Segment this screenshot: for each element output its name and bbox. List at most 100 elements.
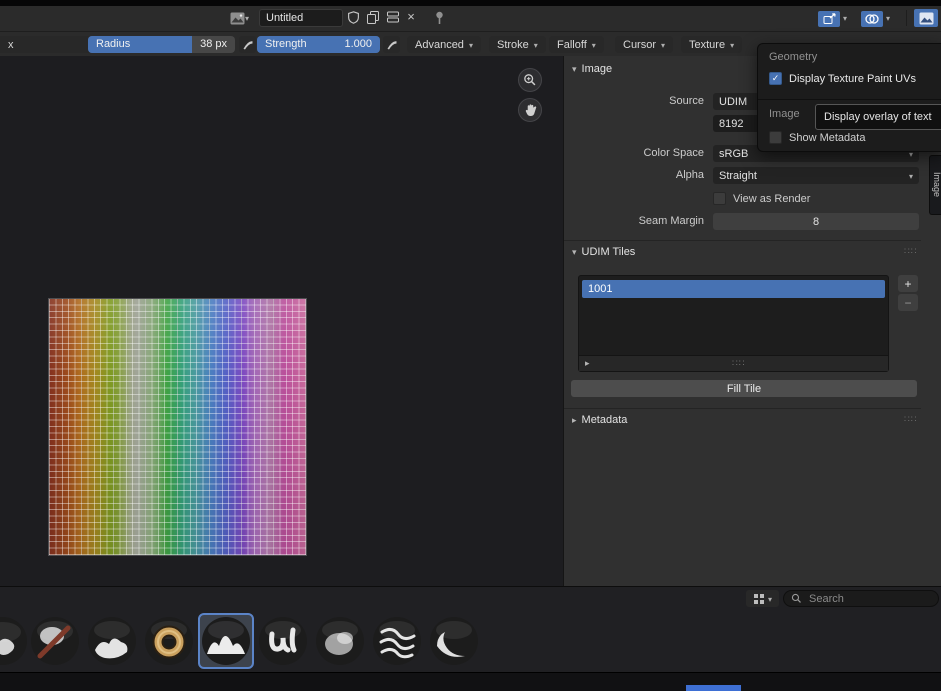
pan-button[interactable] xyxy=(518,98,542,122)
source-label: Source xyxy=(564,93,704,110)
hand-icon xyxy=(524,103,537,117)
udim-panel-title: UDIM Tiles xyxy=(582,246,636,258)
asset-shelf xyxy=(0,586,941,673)
radius-pressure-button[interactable] xyxy=(239,36,256,53)
brush-thumbnail-selected[interactable] xyxy=(198,613,254,669)
brush-thumbnail[interactable] xyxy=(84,613,140,669)
gizmos-toggle[interactable] xyxy=(818,10,840,28)
source-value: UDIM xyxy=(719,96,747,108)
udim-panel-header[interactable]: UDIM Tiles xyxy=(572,246,635,258)
remove-tile-button[interactable]: − xyxy=(898,294,918,311)
udim-grid-texture[interactable] xyxy=(49,299,306,555)
brush-thumbnail[interactable] xyxy=(255,613,311,669)
show-metadata-checkbox[interactable] xyxy=(769,131,782,144)
chevron-down-icon xyxy=(245,12,249,24)
image-panel-header[interactable]: Image xyxy=(572,63,612,75)
radius-slider[interactable]: Radius 38 px xyxy=(88,36,235,53)
menu-cursor[interactable]: Cursor xyxy=(615,36,673,53)
udim-tile-list[interactable]: 1001 ∷∷ xyxy=(578,275,889,372)
popover-separator xyxy=(758,99,941,100)
add-tile-button[interactable]: + xyxy=(898,275,918,292)
seam-margin-row: Seam Margin 8 xyxy=(564,213,921,230)
editor-type-button[interactable] xyxy=(914,9,938,27)
panel-grip-icon: ∷∷ xyxy=(904,414,917,425)
chevron-down-icon xyxy=(534,39,538,51)
zoom-icon xyxy=(523,73,537,87)
display-uvs-label: Display Texture Paint UVs xyxy=(789,73,916,85)
panel-expanded-icon xyxy=(572,63,577,75)
pack-image-button[interactable] xyxy=(385,9,401,25)
panel-separator xyxy=(564,408,921,409)
metadata-panel-title: Metadata xyxy=(582,414,628,426)
menu-cursor-label: Cursor xyxy=(623,39,656,51)
status-bar xyxy=(0,672,941,691)
overlays-toggle[interactable] xyxy=(861,10,883,28)
filter-expand-icon[interactable] xyxy=(579,358,590,369)
alpha-row: Alpha Straight xyxy=(564,167,921,184)
geometry-section-label: Geometry xyxy=(769,51,817,63)
list-resize-grip-icon[interactable]: ∷∷ xyxy=(732,358,745,369)
seam-margin-field[interactable]: 8 xyxy=(713,213,919,230)
panel-collapsed-icon xyxy=(572,414,577,426)
list-footer: ∷∷ xyxy=(579,355,888,371)
chevron-down-icon xyxy=(843,12,847,24)
status-progress xyxy=(686,685,741,691)
search-input[interactable] xyxy=(807,592,921,606)
radius-value: 38 px xyxy=(200,36,227,53)
brush-thumbnail[interactable] xyxy=(369,613,425,669)
image-editor-canvas[interactable] xyxy=(0,56,563,586)
duplicate-image-button[interactable] xyxy=(365,9,381,25)
brush-search[interactable] xyxy=(783,590,939,607)
colorspace-value: sRGB xyxy=(719,148,748,160)
chevron-down-icon xyxy=(768,593,772,605)
seam-margin-label: Seam Margin xyxy=(564,213,704,230)
metadata-panel-header[interactable]: Metadata xyxy=(572,414,627,426)
tooltip: Display overlay of text xyxy=(815,104,941,130)
brush-thumbnail[interactable] xyxy=(141,613,197,669)
sidebar-tab-image[interactable]: Image xyxy=(929,155,941,215)
alpha-dropdown[interactable]: Straight xyxy=(713,167,919,184)
fill-tile-button[interactable]: Fill Tile xyxy=(571,380,917,397)
menu-stroke-label: Stroke xyxy=(497,39,529,51)
brush-thumbnail[interactable] xyxy=(27,613,83,669)
strength-slider[interactable]: Strength 1.000 xyxy=(257,36,380,53)
plus-icon: + xyxy=(904,277,911,291)
brush-thumbnail[interactable] xyxy=(426,613,482,669)
header-separator xyxy=(906,10,907,26)
unlink-image-button[interactable]: × xyxy=(403,9,419,25)
display-mode-button[interactable] xyxy=(746,590,779,607)
pressure-icon xyxy=(386,39,398,51)
radius-label: Radius xyxy=(96,36,130,53)
image-browse-button[interactable] xyxy=(229,9,249,27)
show-metadata-row[interactable]: Show Metadata xyxy=(769,131,865,144)
strength-pressure-button[interactable] xyxy=(383,36,400,53)
strength-label: Strength xyxy=(265,36,307,53)
close-icon: × xyxy=(407,9,415,25)
chevron-down-icon xyxy=(886,12,890,24)
strength-value: 1.000 xyxy=(344,36,372,53)
pin-button[interactable] xyxy=(431,9,447,25)
image-name-field[interactable] xyxy=(259,9,343,27)
zoom-button[interactable] xyxy=(518,68,542,92)
brush-thumbnail[interactable] xyxy=(312,613,368,669)
chevron-down-icon xyxy=(661,39,665,51)
minus-icon: − xyxy=(904,296,911,310)
chevron-down-icon xyxy=(730,39,734,51)
overlays-dropdown[interactable] xyxy=(886,9,890,27)
gizmos-dropdown[interactable] xyxy=(843,9,847,27)
view-as-render-checkbox[interactable] xyxy=(713,192,726,205)
fake-user-shield-button[interactable] xyxy=(345,9,361,25)
udim-tile-item-selected[interactable]: 1001 xyxy=(582,280,885,298)
overlays-popover: Geometry ✓ Display Texture Paint UVs Ima… xyxy=(757,43,941,152)
tooltip-text: Display overlay of text xyxy=(824,111,932,123)
menu-advanced[interactable]: Advanced xyxy=(407,36,481,53)
panel-expanded-icon xyxy=(572,246,577,258)
show-metadata-label: Show Metadata xyxy=(789,132,865,144)
menu-falloff[interactable]: Falloff xyxy=(549,36,604,53)
display-uvs-row[interactable]: ✓ Display Texture Paint UVs xyxy=(769,72,916,85)
display-uvs-checkbox[interactable]: ✓ xyxy=(769,72,782,85)
menu-stroke[interactable]: Stroke xyxy=(489,36,546,53)
blend-mode-dropdown[interactable]: x xyxy=(0,36,101,53)
menu-texture[interactable]: Texture xyxy=(681,36,742,53)
gizmo-icon xyxy=(818,11,840,27)
